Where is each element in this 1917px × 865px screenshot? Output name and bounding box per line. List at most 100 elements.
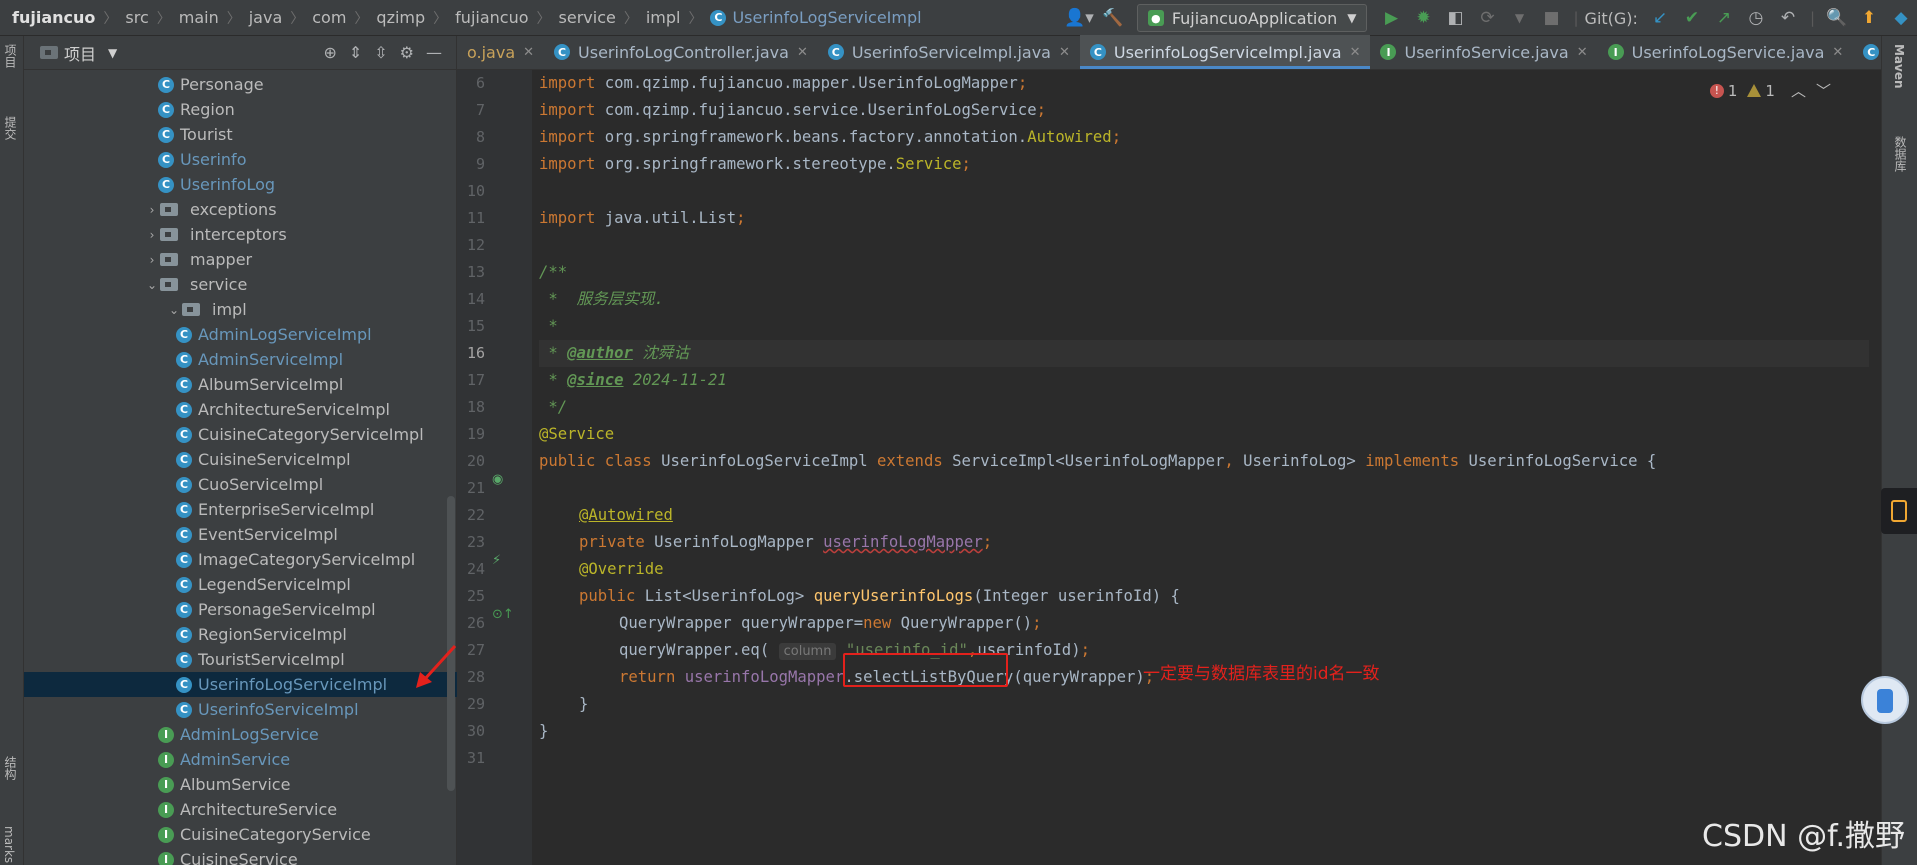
structure-tool-tab[interactable]: 结构	[2, 756, 19, 780]
editor-tab[interactable]: I UserinfoService.java ✕	[1370, 35, 1597, 69]
database-tool-tab[interactable]: 数据库	[1892, 136, 1909, 172]
chevron-down-icon[interactable]: ⌄	[144, 278, 160, 292]
project-panel-title[interactable]: 项目	[64, 41, 96, 65]
breadcrumb-item[interactable]: src	[125, 8, 148, 27]
editor-tab[interactable]: C UserinfoServiceImpl.java ✕	[818, 35, 1080, 69]
chevron-down-icon[interactable]: ▼	[108, 46, 117, 60]
history-icon[interactable]: ◷	[1743, 5, 1769, 31]
build-hammer-icon[interactable]: 🔨	[1100, 5, 1126, 31]
line-number: 31	[466, 749, 485, 767]
floating-assistant-button[interactable]	[1861, 676, 1909, 724]
tree-item[interactable]: C AlbumServiceImpl	[24, 372, 457, 397]
editor-tab[interactable]: C UserinfoLogServiceImpl.java ✕	[1079, 35, 1371, 69]
editor-tab[interactable]: o.java ✕	[457, 35, 544, 69]
line-number: 20	[466, 452, 485, 470]
tree-item[interactable]: I CuisineCategoryService	[24, 822, 457, 847]
editor-tab[interactable]: I UserinfoLogService.java ✕	[1598, 35, 1854, 69]
stop-icon[interactable]: ■	[1538, 5, 1564, 31]
tree-item[interactable]: C Region	[24, 97, 457, 122]
tree-item[interactable]: C CuisineCategoryServiceImpl	[24, 422, 457, 447]
profile-icon[interactable]: ⟳	[1474, 5, 1500, 31]
breadcrumb-item[interactable]: service	[559, 8, 616, 27]
interface-icon: I	[158, 801, 174, 818]
breadcrumb-item[interactable]: impl	[646, 8, 681, 27]
project-tool-tab[interactable]: 项目	[2, 44, 19, 68]
chevron-down-icon[interactable]: ⌄	[166, 303, 182, 317]
tree-item[interactable]: C ArchitectureServiceImpl	[24, 397, 457, 422]
tree-item[interactable]: C PersonageServiceImpl	[24, 597, 457, 622]
package-folder-icon	[160, 228, 178, 241]
git-commit-icon[interactable]: ✔	[1679, 5, 1705, 31]
breadcrumb-item[interactable]: qzimp	[376, 8, 425, 27]
commit-tool-tab[interactable]: 提交	[2, 116, 19, 140]
tree-item[interactable]: C CuoServiceImpl	[24, 472, 457, 497]
tree-item[interactable]: C UserinfoServiceImpl	[24, 697, 457, 722]
chevron-down-icon[interactable]: ▼	[1506, 5, 1532, 31]
breadcrumb-item[interactable]: com	[312, 8, 346, 27]
tree-item[interactable]: C RegionServiceImpl	[24, 622, 457, 647]
collapse-all-icon[interactable]: ⇳	[374, 43, 387, 62]
git-push-icon[interactable]: ↗	[1711, 5, 1737, 31]
code-line: private UserinfoLogMapper userinfoLogMap…	[579, 533, 993, 551]
breadcrumb-current[interactable]: UserinfoLogServiceImpl	[732, 8, 921, 27]
tree-item[interactable]: C EnterpriseServiceImpl	[24, 497, 457, 522]
breadcrumb-item[interactable]: fujiancuo	[12, 8, 95, 27]
close-icon[interactable]: ✕	[1059, 45, 1070, 60]
chevron-right-icon[interactable]: ›	[144, 228, 160, 242]
breadcrumb-item[interactable]: java	[249, 8, 283, 27]
minimize-icon[interactable]: —	[426, 43, 442, 62]
close-icon[interactable]: ✕	[797, 45, 808, 60]
tree-item[interactable]: C UserinfoLog	[24, 172, 457, 197]
tree-item[interactable]: C ImageCategoryServiceImpl	[24, 547, 457, 572]
git-update-icon[interactable]: ↙	[1647, 5, 1673, 31]
bookmarks-tool-tab[interactable]: marks	[2, 826, 16, 863]
tree-item[interactable]: I AdminLogService	[24, 722, 457, 747]
line-number: 28	[466, 668, 485, 686]
tree-item[interactable]: C LegendServiceImpl	[24, 572, 457, 597]
tree-item[interactable]: I ArchitectureService	[24, 797, 457, 822]
tree-item[interactable]: C CuisineServiceImpl	[24, 447, 457, 472]
rollback-icon[interactable]: ↶	[1775, 5, 1801, 31]
search-icon[interactable]: 🔍	[1824, 5, 1850, 31]
update-icon[interactable]: ⬆	[1856, 5, 1882, 31]
tree-item[interactable]: C Userinfo	[24, 147, 457, 172]
close-icon[interactable]: ✕	[1832, 45, 1843, 60]
tree-item[interactable]: I AlbumService	[24, 772, 457, 797]
tree-item[interactable]: › interceptors	[24, 222, 457, 247]
locate-icon[interactable]: ⊕	[323, 43, 336, 62]
plugin-logo-icon[interactable]: ◆	[1888, 5, 1914, 31]
close-icon[interactable]: ✕	[1577, 45, 1588, 60]
tree-item[interactable]: C Personage	[24, 72, 457, 97]
editor-tab[interactable]: C UserinfoLogController.java ✕	[544, 35, 818, 69]
tree-item[interactable]: › mapper	[24, 247, 457, 272]
tree-item[interactable]: C Tourist	[24, 122, 457, 147]
spring-bean-icon[interactable]: ◉	[492, 472, 503, 487]
gear-icon[interactable]: ⚙	[400, 43, 414, 62]
tree-item[interactable]: I AdminService	[24, 747, 457, 772]
tree-item[interactable]: C EventServiceImpl	[24, 522, 457, 547]
tree-item[interactable]: ⌄ service	[24, 272, 457, 297]
user-icon[interactable]: 👤▾	[1064, 5, 1094, 31]
plugin-side-button[interactable]	[1881, 488, 1917, 534]
chevron-right-icon[interactable]: ›	[144, 253, 160, 267]
breadcrumb-item[interactable]: main	[179, 8, 219, 27]
tree-item[interactable]: C AdminLogServiceImpl	[24, 322, 457, 347]
chevron-right-icon[interactable]: ›	[144, 203, 160, 217]
tree-item[interactable]: I CuisineService	[24, 847, 457, 865]
coverage-icon[interactable]: ◧	[1442, 5, 1468, 31]
close-icon[interactable]: ✕	[1350, 45, 1361, 60]
tree-item[interactable]: C AdminServiceImpl	[24, 347, 457, 372]
tree-item[interactable]: ⌄ impl	[24, 297, 457, 322]
maven-tool-tab[interactable]: Maven	[1892, 44, 1906, 89]
tree-item[interactable]: › exceptions	[24, 197, 457, 222]
close-icon[interactable]: ✕	[523, 45, 534, 60]
tree-item[interactable]: C TouristServiceImpl	[24, 647, 457, 672]
run-icon[interactable]: ▶	[1378, 5, 1404, 31]
debug-icon[interactable]: ✹	[1410, 5, 1436, 31]
override-icon[interactable]: ⊙↑	[492, 607, 514, 622]
tree-item[interactable]: C UserinfoLogServiceImpl	[24, 672, 457, 697]
expand-all-icon[interactable]: ⇕	[349, 43, 362, 62]
run-configuration-select[interactable]: ● FujiancuoApplication ▼	[1136, 4, 1368, 32]
spring-autowire-icon[interactable]: ⚡	[492, 553, 501, 568]
breadcrumb-item[interactable]: fujiancuo	[455, 8, 528, 27]
